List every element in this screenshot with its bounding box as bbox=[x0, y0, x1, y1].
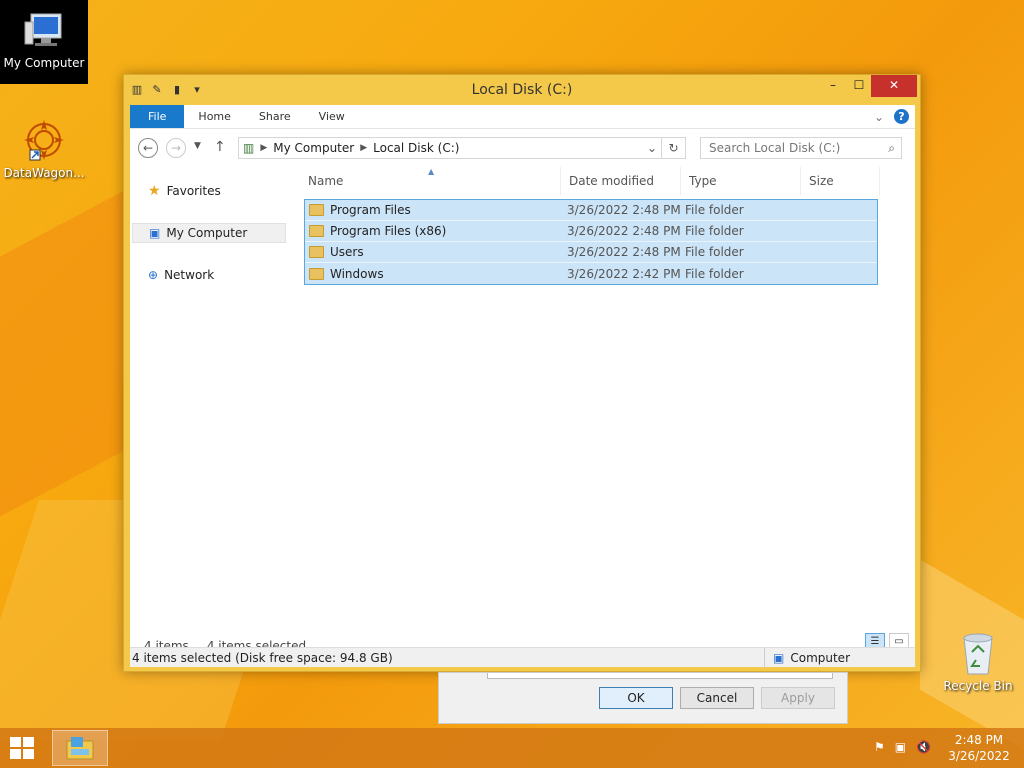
close-button[interactable]: ✕ bbox=[871, 75, 917, 97]
desktop-icon-label: DataWagon... bbox=[3, 166, 85, 180]
network-tray-icon[interactable]: ▣ bbox=[895, 740, 906, 754]
ribbon-tabs: File Home Share View ⌄ ? bbox=[130, 105, 915, 129]
file-name: Program Files bbox=[330, 203, 411, 217]
window-body: File Home Share View ⌄ ? ← → ▼ ↑ ▥ ▶ My … bbox=[130, 105, 915, 667]
desktop-icon-label: My Computer bbox=[3, 56, 85, 70]
desktop-icon-recycle-bin[interactable]: Recycle Bin bbox=[940, 630, 1016, 693]
cancel-button[interactable]: Cancel bbox=[680, 687, 754, 709]
file-type: File folder bbox=[685, 245, 744, 259]
window-title: Local Disk (C:) bbox=[471, 82, 573, 98]
file-date: 3/26/2022 2:48 PM bbox=[567, 203, 681, 217]
apply-button[interactable]: Apply bbox=[761, 687, 835, 709]
folder-icon bbox=[309, 246, 324, 258]
tab-view[interactable]: View bbox=[305, 105, 359, 128]
file-name: Program Files (x86) bbox=[330, 224, 447, 238]
table-row[interactable]: Program Files 3/26/2022 2:48 PM File fol… bbox=[305, 200, 877, 221]
taskbar-file-explorer[interactable] bbox=[52, 730, 108, 766]
ribbon-right: ⌄ ? bbox=[874, 109, 909, 124]
breadcrumb-separator: ▶ bbox=[260, 143, 268, 153]
system-tray: ⚑ ▣ 🔇 bbox=[874, 740, 931, 754]
desktop-icon-datawagon[interactable]: DataWagon... bbox=[0, 108, 88, 180]
table-row[interactable]: Windows 3/26/2022 2:42 PM File folder bbox=[305, 263, 877, 284]
computer-icon: ▣ bbox=[773, 651, 785, 665]
column-header-name[interactable]: Name bbox=[300, 167, 561, 195]
dialog-field bbox=[487, 673, 833, 679]
tab-share[interactable]: Share bbox=[245, 105, 305, 128]
recycle-bin-icon bbox=[963, 633, 993, 675]
maximize-button[interactable]: ☐ bbox=[845, 75, 873, 97]
address-bar[interactable]: ▥ ▶ My Computer ▶ Local Disk (C:) ⌄ bbox=[238, 137, 662, 159]
file-type: File folder bbox=[685, 224, 744, 238]
breadcrumb-separator: ▶ bbox=[360, 143, 368, 153]
computer-icon bbox=[24, 13, 62, 46]
navigation-bar: ← → ▼ ↑ ▥ ▶ My Computer ▶ Local Disk (C:… bbox=[130, 129, 915, 167]
ok-button[interactable]: OK bbox=[599, 687, 673, 709]
status-bar-text: 4 items selected (Disk free space: 94.8 … bbox=[132, 650, 393, 665]
network-icon: ⊕ bbox=[148, 268, 159, 282]
datawagon-icon bbox=[24, 120, 64, 161]
nav-item-my-computer[interactable]: ▣ My Computer bbox=[132, 223, 286, 243]
file-date: 3/26/2022 2:48 PM bbox=[567, 224, 681, 238]
computer-icon: ▣ bbox=[149, 226, 161, 240]
nav-item-label: Network bbox=[164, 268, 215, 282]
column-header-size[interactable]: Size bbox=[801, 167, 880, 195]
status-bar: 4 items selected (Disk free space: 94.8 … bbox=[130, 647, 915, 668]
file-type: File folder bbox=[685, 203, 744, 217]
file-list: ▲ Name Date modified Type Size Program F… bbox=[300, 167, 905, 627]
explorer-window: ▥ ✎ ▮ ▾ Local Disk (C:) – ☐ ✕ File Home … bbox=[123, 74, 921, 672]
status-zone-label: Computer bbox=[790, 651, 850, 665]
properties-dialog: OK Cancel Apply bbox=[438, 672, 848, 724]
folder-icon bbox=[309, 267, 324, 280]
desktop-icon-label: Recycle Bin bbox=[943, 679, 1013, 693]
nav-item-label: Favorites bbox=[166, 184, 221, 198]
drive-icon: ▥ bbox=[243, 141, 255, 155]
tab-home[interactable]: Home bbox=[184, 105, 244, 128]
recent-locations-icon[interactable]: ▼ bbox=[194, 141, 201, 151]
file-type: File folder bbox=[685, 266, 744, 281]
file-name: Users bbox=[330, 245, 364, 259]
table-row[interactable]: Program Files (x86) 3/26/2022 2:48 PM Fi… bbox=[305, 221, 877, 242]
file-rows: Program Files 3/26/2022 2:48 PM File fol… bbox=[304, 199, 878, 285]
start-button[interactable] bbox=[10, 737, 36, 761]
nav-item-label: My Computer bbox=[166, 226, 248, 240]
clock[interactable]: 2:48 PM 3/26/2022 bbox=[944, 732, 1014, 764]
star-icon: ★ bbox=[148, 183, 161, 199]
address-dropdown-icon[interactable]: ⌄ bbox=[647, 141, 657, 155]
back-button[interactable]: ← bbox=[138, 138, 158, 158]
folder-icon bbox=[309, 204, 324, 216]
column-headers: Name Date modified Type Size bbox=[300, 167, 880, 195]
search-placeholder: Search Local Disk (C:) bbox=[709, 141, 841, 155]
refresh-button[interactable]: ↻ bbox=[662, 137, 686, 159]
file-date: 3/26/2022 2:42 PM bbox=[567, 266, 681, 281]
search-input[interactable]: Search Local Disk (C:) ⌕ bbox=[700, 137, 902, 159]
nav-item-favorites[interactable]: ★ Favorites bbox=[132, 181, 286, 201]
title-bar[interactable]: ▥ ✎ ▮ ▾ Local Disk (C:) – ☐ ✕ bbox=[124, 75, 920, 105]
minimize-button[interactable]: – bbox=[819, 75, 847, 97]
breadcrumb-local-disk[interactable]: Local Disk (C:) bbox=[373, 141, 459, 155]
action-center-icon[interactable]: ⚑ bbox=[874, 740, 885, 754]
navigation-pane: ★ Favorites ▣ My Computer ⊕ Network bbox=[130, 167, 290, 627]
forward-button[interactable]: → bbox=[166, 138, 186, 158]
file-date: 3/26/2022 2:48 PM bbox=[567, 245, 681, 259]
column-header-type[interactable]: Type bbox=[681, 167, 801, 195]
table-row[interactable]: Users 3/26/2022 2:48 PM File folder bbox=[305, 242, 877, 263]
clock-date: 3/26/2022 bbox=[948, 749, 1010, 763]
tab-file[interactable]: File bbox=[130, 105, 185, 128]
nav-item-network[interactable]: ⊕ Network bbox=[132, 265, 286, 285]
desktop-icon-my-computer[interactable]: My Computer bbox=[0, 0, 88, 84]
help-icon[interactable]: ? bbox=[894, 109, 909, 124]
file-name: Windows bbox=[330, 266, 384, 281]
column-header-date[interactable]: Date modified bbox=[561, 167, 681, 195]
folder-icon bbox=[309, 225, 324, 237]
status-bar-zone: ▣ Computer bbox=[764, 648, 850, 668]
file-explorer-icon bbox=[66, 737, 94, 760]
volume-muted-icon[interactable]: 🔇 bbox=[916, 740, 931, 754]
expand-ribbon-icon[interactable]: ⌄ bbox=[874, 110, 884, 124]
up-button[interactable]: ↑ bbox=[214, 139, 226, 155]
search-icon: ⌕ bbox=[888, 141, 895, 155]
breadcrumb-my-computer[interactable]: My Computer bbox=[273, 141, 354, 155]
taskbar: ⚑ ▣ 🔇 2:48 PM 3/26/2022 bbox=[0, 728, 1024, 768]
clock-time: 2:48 PM bbox=[954, 733, 1004, 747]
